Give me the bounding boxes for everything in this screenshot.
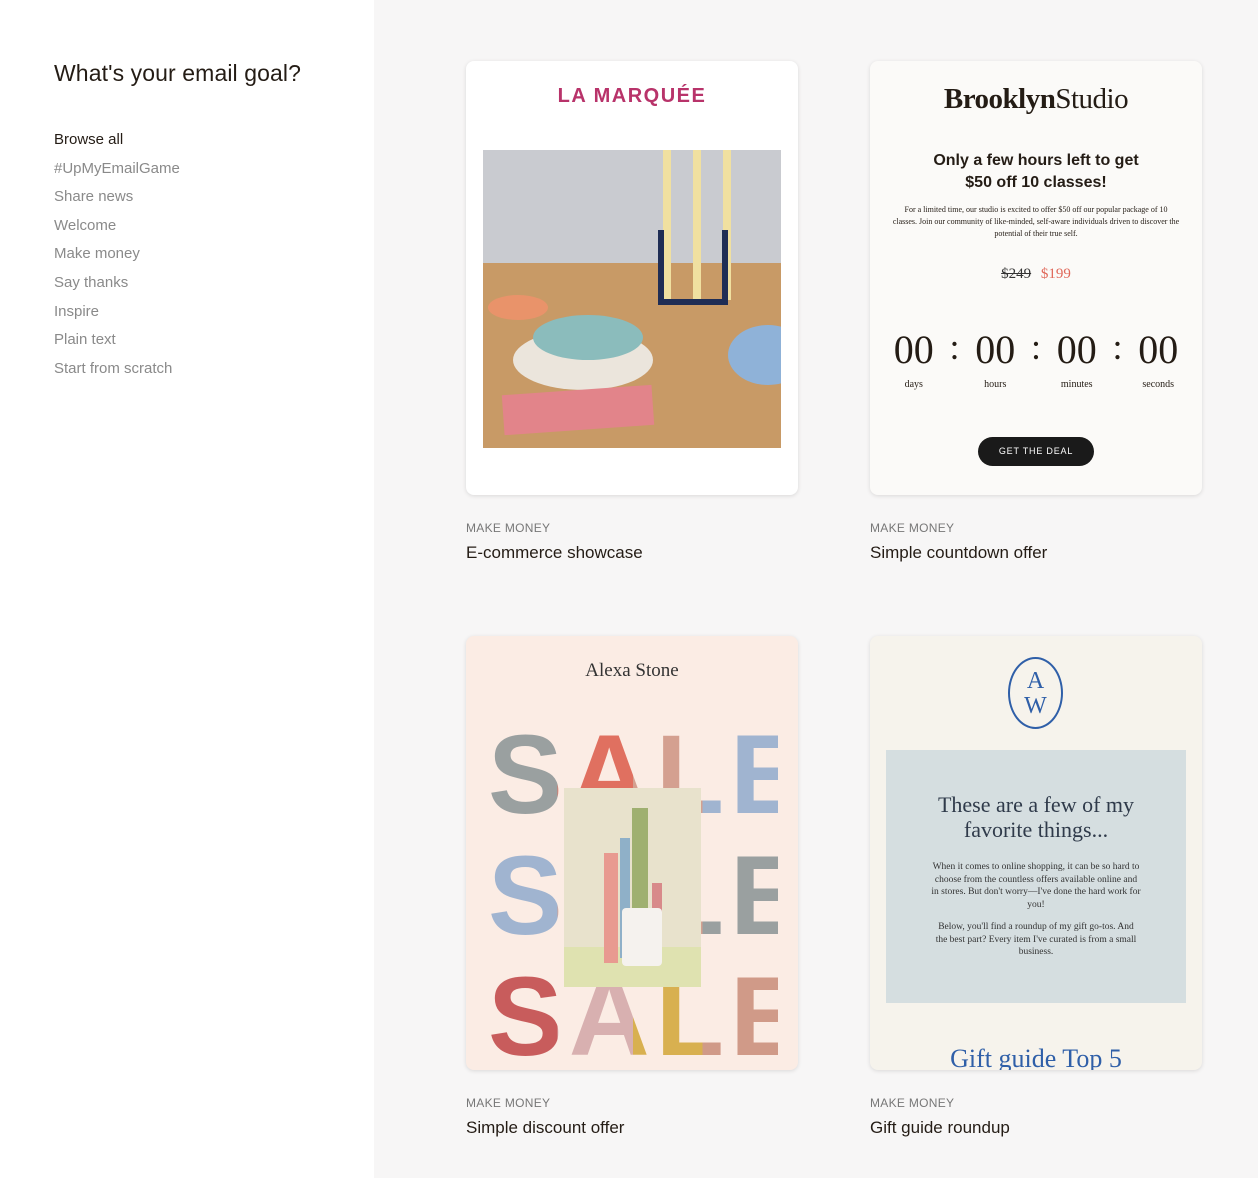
nav-upmyemailgame[interactable]: #UpMyEmailGame xyxy=(54,159,180,188)
panel-paragraph-2: Below, you'll find a roundup of my gift … xyxy=(935,922,1137,957)
product-photo xyxy=(483,150,781,448)
timer-label: seconds xyxy=(1142,379,1175,390)
content-panel: These are a few of my favorite things...… xyxy=(886,750,1186,1003)
old-price: $249 xyxy=(1001,266,1032,282)
new-price: $199 xyxy=(1040,266,1071,282)
nav-start-from-scratch[interactable]: Start from scratch xyxy=(54,359,180,388)
goal-nav: Browse all #UpMyEmailGame Share news Wel… xyxy=(54,130,180,387)
timer-label: hours xyxy=(984,379,1007,390)
template-category: MAKE MONEY xyxy=(870,521,955,535)
nav-say-thanks[interactable]: Say thanks xyxy=(54,273,180,302)
timer-label: days xyxy=(904,379,923,390)
candles-photo xyxy=(564,788,701,987)
template-card-ecommerce[interactable]: LA MARQUÉE xyxy=(466,61,798,495)
sidebar: What's your email goal? Browse all #UpMy… xyxy=(0,0,374,1178)
nav-inspire[interactable]: Inspire xyxy=(54,302,180,331)
template-card-countdown[interactable]: BrooklynStudio Only a few hours left to … xyxy=(870,61,1202,495)
monogram-w: W xyxy=(1024,693,1047,719)
get-deal-button: GET THE DEAL xyxy=(978,437,1094,466)
panel-paragraph-1: When it comes to online shopping, it can… xyxy=(931,862,1141,910)
template-category: MAKE MONEY xyxy=(466,521,551,535)
headline-line1: Only a few hours left to get xyxy=(933,152,1139,169)
nav-share-news[interactable]: Share news xyxy=(54,187,180,216)
template-name[interactable]: Gift guide roundup xyxy=(870,1118,1010,1138)
gift-guide-heading: Gift guide Top 5 xyxy=(950,1044,1122,1070)
nav-browse-all[interactable]: Browse all xyxy=(54,130,180,159)
template-name[interactable]: E-commerce showcase xyxy=(466,543,643,563)
template-card-discount[interactable]: Alexa Stone SALE SALE SALE xyxy=(466,636,798,1070)
nav-welcome[interactable]: Welcome xyxy=(54,216,180,245)
nav-make-money[interactable]: Make money xyxy=(54,244,180,273)
timer-value: 00 xyxy=(1138,327,1179,372)
body-text: For a limited time, our studio is excite… xyxy=(892,205,1180,238)
nav-plain-text[interactable]: Plain text xyxy=(54,330,180,359)
brand-logo: BrooklynStudio xyxy=(870,83,1202,116)
monogram-a: A xyxy=(1026,668,1045,694)
monogram-logo: A W xyxy=(1008,657,1063,729)
timer-value: 00 xyxy=(893,327,934,372)
countdown-timer: 00 days : 00 hours : 00 minutes : 00 seconds xyxy=(878,326,1194,390)
panel-heading: These are a few of my favorite things... xyxy=(937,792,1135,842)
template-name[interactable]: Simple countdown offer xyxy=(870,543,1047,563)
template-name[interactable]: Simple discount offer xyxy=(466,1118,624,1138)
brand-logo: Alexa Stone xyxy=(585,660,679,681)
timer-label: minutes xyxy=(1060,379,1093,390)
template-card-gift-guide[interactable]: A W These are a few of my favorite thing… xyxy=(870,636,1202,1070)
brand-bold: Brooklyn xyxy=(943,83,1056,115)
template-category: MAKE MONEY xyxy=(870,1096,955,1110)
brand-light: Studio xyxy=(1055,83,1129,115)
timer-value: 00 xyxy=(1056,327,1097,372)
headline-line2: $50 off 10 classes! xyxy=(965,174,1107,191)
template-category: MAKE MONEY xyxy=(466,1096,551,1110)
page-title: What's your email goal? xyxy=(54,60,302,86)
brand-logo: LA MARQUÉE xyxy=(557,85,707,107)
timer-value: 00 xyxy=(975,327,1016,372)
